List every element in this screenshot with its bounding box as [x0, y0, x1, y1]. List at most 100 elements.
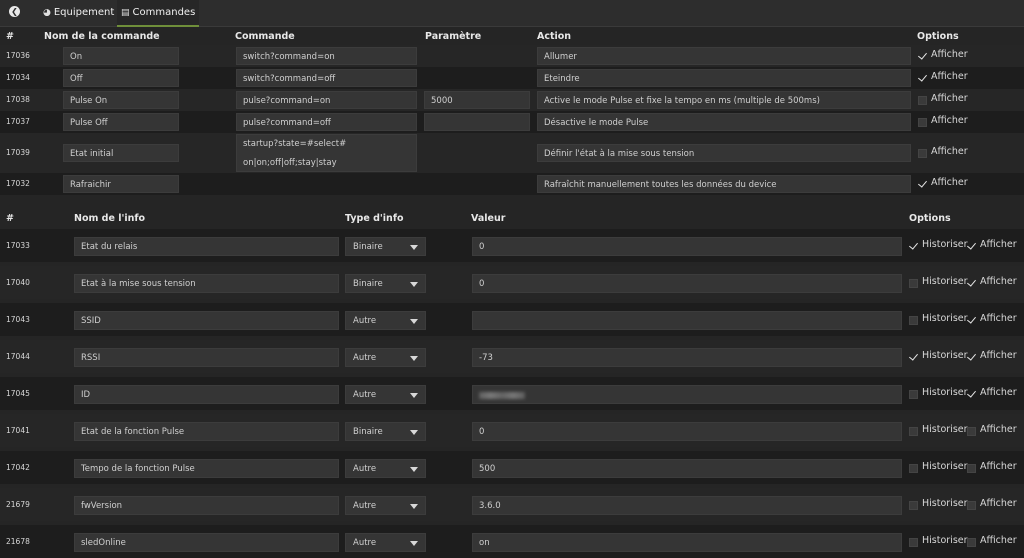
info-value-input[interactable]: 0: [472, 422, 902, 441]
afficher-checkbox[interactable]: [918, 96, 927, 105]
info-type-select[interactable]: Autre: [345, 385, 426, 404]
afficher-checkbox[interactable]: [918, 74, 927, 83]
info-name-input[interactable]: ID: [74, 385, 339, 404]
chevron-down-icon: [410, 392, 418, 398]
historiser-checkbox[interactable]: [909, 242, 918, 251]
historiser-label: Historiser: [922, 424, 968, 435]
historiser-checkbox[interactable]: [909, 316, 918, 325]
historiser-checkbox[interactable]: [909, 390, 918, 399]
info-name-input[interactable]: fwVersion: [74, 496, 339, 515]
historiser-checkbox[interactable]: [909, 538, 918, 547]
command-name-input[interactable]: Pulse On: [63, 91, 179, 109]
afficher-checkbox[interactable]: [967, 501, 976, 510]
command-name-input[interactable]: Off: [63, 69, 179, 87]
info-type-select[interactable]: Binaire: [345, 274, 426, 293]
command-string-input[interactable]: pulse?command=on: [236, 91, 417, 109]
command-string-input[interactable]: pulse?command=off: [236, 113, 417, 131]
afficher-checkbox[interactable]: [967, 279, 976, 288]
afficher-checkbox[interactable]: [967, 390, 976, 399]
command-name-input[interactable]: On: [63, 47, 179, 65]
info-type-select[interactable]: Autre: [345, 496, 426, 515]
info-id: 17040: [6, 278, 30, 287]
afficher-label: Afficher: [980, 239, 1017, 250]
command-string-input[interactable]: startup?state=#select# on|on;off|off;sta…: [236, 134, 417, 172]
info-name-input[interactable]: Tempo de la fonction Pulse: [74, 459, 339, 478]
chevron-down-icon: [410, 503, 418, 509]
tab-equipement[interactable]: ◕ Equipement: [43, 0, 114, 25]
afficher-label: Afficher: [931, 49, 968, 60]
info-name-input[interactable]: Etat de la fonction Pulse: [74, 422, 339, 441]
command-name-input[interactable]: Pulse Off: [63, 113, 179, 131]
info-type-value: Binaire: [353, 242, 383, 252]
command-param-input[interactable]: [424, 113, 530, 131]
afficher-checkbox[interactable]: [967, 464, 976, 473]
back-arrow-icon[interactable]: ❮: [9, 6, 20, 17]
info-value-input[interactable]: [472, 385, 902, 404]
afficher-checkbox[interactable]: [918, 118, 927, 127]
afficher-label: Afficher: [980, 387, 1017, 398]
info-type-select[interactable]: Binaire: [345, 237, 426, 256]
afficher-checkbox[interactable]: [918, 149, 927, 158]
afficher-checkbox[interactable]: [918, 52, 927, 61]
afficher-checkbox[interactable]: [918, 180, 927, 189]
tab-commandes[interactable]: ▤ Commandes: [117, 0, 200, 27]
command-name-input[interactable]: Rafraichir: [63, 175, 179, 193]
command-param-input[interactable]: 5000: [424, 91, 530, 109]
info-header-name: Nom de l'info: [74, 213, 146, 224]
historiser-checkbox[interactable]: [909, 501, 918, 510]
historiser-checkbox[interactable]: [909, 427, 918, 436]
info-value-input[interactable]: -73: [472, 348, 902, 367]
info-name-input[interactable]: Etat du relais: [74, 237, 339, 256]
command-name-input[interactable]: Etat initial: [63, 144, 179, 162]
info-header-options: Options: [909, 213, 951, 224]
command-string-input[interactable]: switch?command=on: [236, 47, 417, 65]
info-type-select[interactable]: Autre: [345, 311, 426, 330]
chevron-down-icon: [410, 540, 418, 546]
info-row: 17044 RSSI Autre -73 Historiser Afficher: [0, 340, 1024, 373]
info-type-select[interactable]: Autre: [345, 348, 426, 367]
info-value-input[interactable]: [472, 311, 902, 330]
afficher-checkbox[interactable]: [967, 538, 976, 547]
info-value-input[interactable]: 500: [472, 459, 902, 478]
command-action-input[interactable]: Eteindre: [537, 69, 911, 87]
command-id: 17037: [6, 117, 30, 126]
historiser-checkbox[interactable]: [909, 464, 918, 473]
info-value-input[interactable]: 0: [472, 237, 902, 256]
command-action-input[interactable]: Définir l'état à la mise sous tension: [537, 144, 911, 162]
cmd-header-param: Paramètre: [425, 31, 482, 42]
info-name-input[interactable]: sledOnline: [74, 533, 339, 552]
command-string-input[interactable]: switch?command=off: [236, 69, 417, 87]
info-row: 21679 fwVersion Autre 3.6.0 Historiser Affich…: [0, 488, 1024, 521]
historiser-checkbox[interactable]: [909, 279, 918, 288]
tab-commandes-label: Commandes: [132, 7, 196, 18]
info-type-value: Binaire: [353, 279, 383, 289]
chevron-down-icon: [410, 244, 418, 250]
info-id: 17041: [6, 426, 30, 435]
info-value-input[interactable]: on: [472, 533, 902, 552]
afficher-checkbox[interactable]: [967, 427, 976, 436]
info-value-input[interactable]: 3.6.0: [472, 496, 902, 515]
historiser-label: Historiser: [922, 461, 968, 472]
info-row: 21678 sledOnline Autre on Historiser Afficher: [0, 525, 1024, 558]
afficher-label: Afficher: [931, 93, 968, 104]
info-value-input[interactable]: 0: [472, 274, 902, 293]
redacted-value: [479, 392, 525, 399]
command-action-input[interactable]: Active le mode Pulse et fixe la tempo en…: [537, 91, 911, 109]
info-type-select[interactable]: Autre: [345, 459, 426, 478]
cmd-header-options: Options: [917, 31, 959, 42]
historiser-checkbox[interactable]: [909, 353, 918, 362]
info-type-select[interactable]: Autre: [345, 533, 426, 552]
info-name-input[interactable]: SSID: [74, 311, 339, 330]
command-action-input[interactable]: Désactive le mode Pulse: [537, 113, 911, 131]
info-row: 17033 Etat du relais Binaire 0 Historiser Aff…: [0, 229, 1024, 262]
afficher-checkbox[interactable]: [967, 353, 976, 362]
afficher-checkbox[interactable]: [967, 242, 976, 251]
command-action-input[interactable]: Rafraîchit manuellement toutes les donné…: [537, 175, 911, 193]
info-type-value: Autre: [353, 538, 377, 548]
info-type-select[interactable]: Binaire: [345, 422, 426, 441]
info-name-input[interactable]: RSSI: [74, 348, 339, 367]
historiser-label: Historiser: [922, 350, 968, 361]
info-name-input[interactable]: Etat à la mise sous tension: [74, 274, 339, 293]
command-action-input[interactable]: Allumer: [537, 47, 911, 65]
afficher-checkbox[interactable]: [967, 316, 976, 325]
